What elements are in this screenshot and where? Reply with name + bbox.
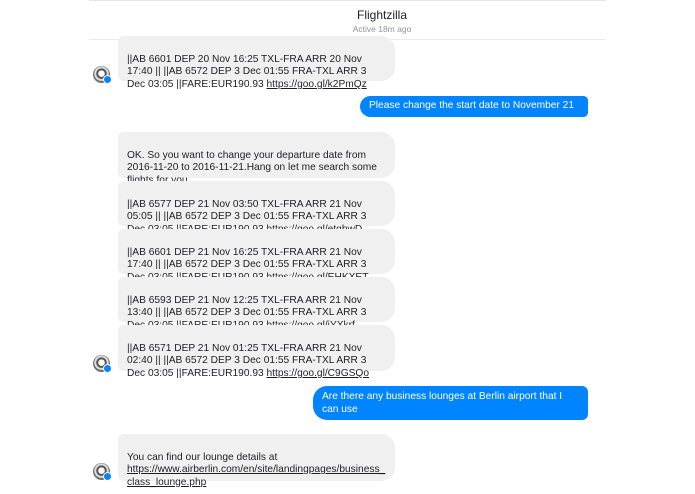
booking-link[interactable]: https://goo.gl/k2PmQz: [267, 79, 367, 90]
messenger-badge-icon: [103, 75, 112, 84]
message-bubble-incoming: ||AB 6601 DEP 21 Nov 16:25 TXL-FRA ARR 2…: [118, 229, 395, 283]
active-status: Active 18m ago: [352, 24, 412, 34]
bot-avatar[interactable]: [93, 355, 112, 373]
bot-avatar[interactable]: [93, 463, 112, 481]
message-bubble-incoming: You can find our lounge details at https…: [118, 434, 395, 488]
message-bubble-incoming: OK. So you want to change your departure…: [118, 132, 395, 186]
messenger-badge-icon: [103, 472, 112, 481]
message-bubble-outgoing: Are there any business lounges at Berlin…: [313, 386, 588, 420]
chat-title[interactable]: Flightzilla: [89, 8, 606, 22]
message-text: You can find our lounge details at: [127, 451, 278, 463]
booking-link[interactable]: https://goo.gl/C9GSQo: [267, 368, 370, 379]
bot-avatar[interactable]: [93, 66, 112, 84]
message-text: Are there any business lounges at Berlin…: [322, 391, 563, 415]
message-bubble-incoming: ||AB 6601 DEP 20 Nov 16:25 TXL-FRA ARR 2…: [118, 36, 395, 90]
message-bubble-incoming: ||AB 6577 DEP 21 Nov 03:50 TXL-FRA ARR 2…: [118, 181, 395, 235]
message-bubble-incoming: ||AB 6571 DEP 21 Nov 01:25 TXL-FRA ARR 2…: [118, 325, 395, 379]
lounge-link[interactable]: https://www.airberlin.com/en/site/landin…: [127, 464, 385, 488]
message-bubble-incoming: ||AB 6593 DEP 21 Nov 12:25 TXL-FRA ARR 2…: [118, 277, 395, 331]
messenger-badge-icon: [103, 364, 112, 373]
chat-header: Flightzilla Active 18m ago: [89, 1, 606, 40]
message-text: Please change the start date to November…: [369, 100, 575, 111]
message-bubble-outgoing: Please change the start date to November…: [360, 96, 588, 117]
